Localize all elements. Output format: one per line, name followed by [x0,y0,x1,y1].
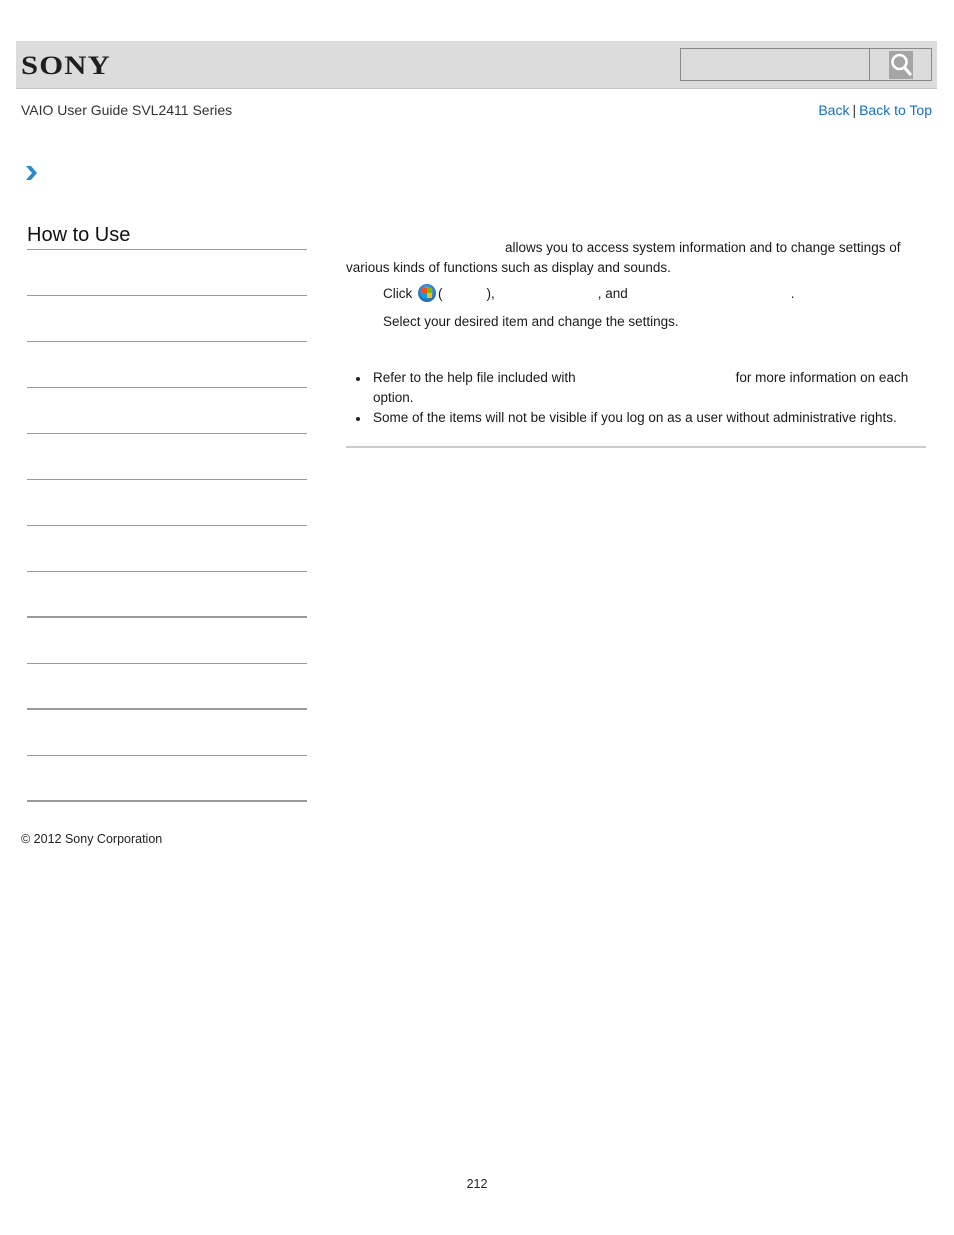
note-item: Refer to the help file included with for … [346,368,926,408]
page-number: 212 [466,1177,488,1191]
step-1-close-paren: ), [486,286,495,301]
sidebar-item[interactable] [27,618,307,664]
step-1-period: . [790,286,795,301]
sidebar-title: How to Use [27,222,307,250]
windows-start-icon [418,284,437,302]
notes-list: Refer to the help file included with for … [346,368,926,428]
sidebar-item[interactable] [27,434,307,480]
step-2: Select your desired item and change the … [383,314,679,329]
nav-separator: | [852,102,857,118]
sidebar-item[interactable] [27,572,307,618]
note-1-before: Refer to the help file included with [373,370,576,385]
chevron-right-icon[interactable] [24,164,40,182]
back-to-top-link[interactable]: Back to Top [859,102,932,118]
search-button[interactable] [871,49,931,80]
guide-title: VAIO User Guide SVL2411 Series [21,102,233,118]
sidebar-item[interactable] [27,250,307,296]
search-box [680,48,932,81]
copyright: © 2012 Sony Corporation [21,832,163,846]
step-1-click: Click [383,286,413,301]
note-item: Some of the items will not be visible if… [346,408,926,428]
sidebar-item[interactable] [27,756,307,802]
sidebar: How to Use [27,222,307,802]
sony-logo: SONY [21,51,111,80]
step-1-and: , and [597,286,628,301]
sidebar-item[interactable] [27,388,307,434]
sidebar-item[interactable] [27,296,307,342]
sidebar-item[interactable] [27,664,307,710]
sidebar-item[interactable] [27,342,307,388]
main-content: allows you to access system information … [346,238,926,428]
intro-line-2: various kinds of functions such as displ… [346,260,671,275]
site-header: SONY [16,41,937,89]
step-1-open-paren: ( [438,286,443,301]
sidebar-item[interactable] [27,710,307,756]
content-divider [346,446,926,448]
sidebar-item[interactable] [27,526,307,572]
step-1: Click (), , and. [383,284,926,304]
sidebar-item[interactable] [27,480,307,526]
search-input[interactable] [681,49,870,80]
intro-paragraph: allows you to access system information … [346,238,926,278]
search-icon [889,51,913,79]
intro-line-1: allows you to access system information … [505,240,901,255]
back-link[interactable]: Back [818,102,849,118]
nav-links: Back | Back to Top [818,102,932,118]
